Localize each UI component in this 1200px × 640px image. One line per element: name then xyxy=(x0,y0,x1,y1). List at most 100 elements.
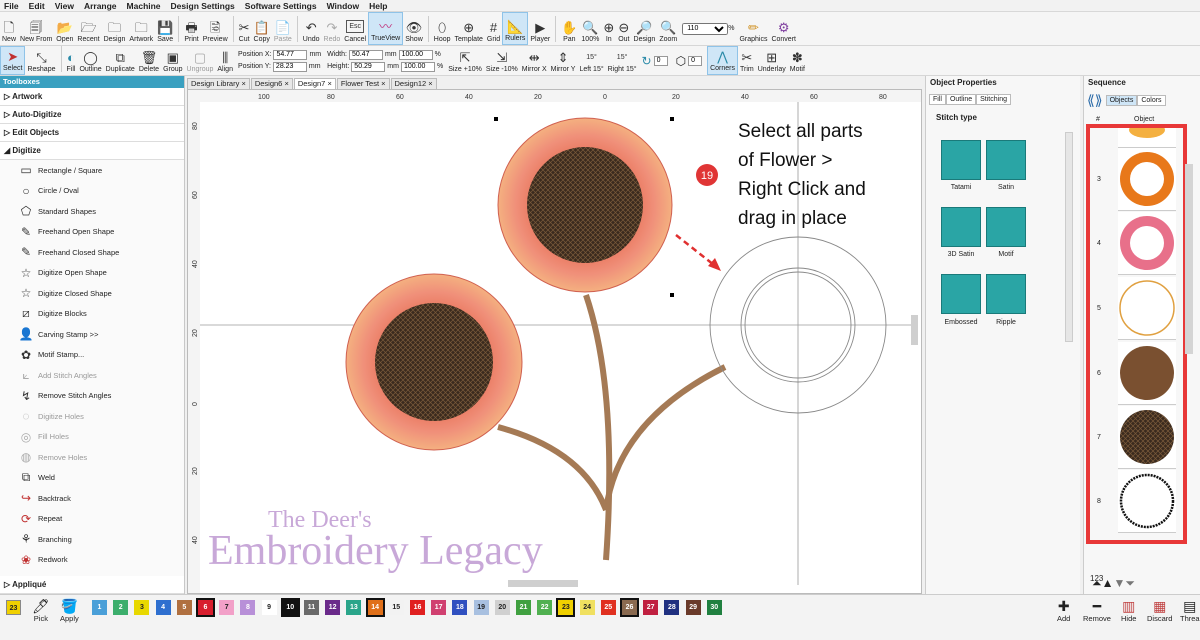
tool-digitize-open[interactable]: ☆ Digitize Open Shape xyxy=(0,263,184,284)
align-button[interactable]: ⫼ Align xyxy=(215,46,235,75)
ungroup-button[interactable]: ▢ Ungroup xyxy=(185,46,216,75)
tab-design7[interactable]: Design7 × xyxy=(293,78,336,89)
sequence-item[interactable] xyxy=(1118,277,1176,340)
thread-swatch[interactable]: 4 xyxy=(155,600,171,615)
toolbox-group-digitize[interactable]: ◢ Digitize xyxy=(0,142,184,160)
position-x-input[interactable] xyxy=(273,49,308,60)
trim-button[interactable]: ✂ Trim xyxy=(738,46,756,75)
template-button[interactable]: ⊕ Template xyxy=(453,12,485,45)
cut-button[interactable]: ✂ Cut xyxy=(237,12,252,45)
thread-swatch[interactable]: 6 xyxy=(196,598,215,617)
tab-stitching[interactable]: Stitching xyxy=(976,94,1011,105)
graphics-button[interactable]: ✏ Graphics xyxy=(737,12,769,45)
thread-swatch[interactable]: 17 xyxy=(431,600,447,615)
undo-button[interactable]: ↶ Undo xyxy=(301,12,322,45)
toolbox-group-edit-objects[interactable]: ▷ Edit Objects xyxy=(0,124,184,142)
thread-swatch[interactable]: 18 xyxy=(452,600,468,615)
remove-button[interactable]: ━ Remove xyxy=(1083,598,1111,623)
zoom-in-button[interactable]: ⊕ In xyxy=(601,12,616,45)
new-from-button[interactable]: 🗐 New From xyxy=(18,12,54,45)
thread-swatch[interactable]: 16 xyxy=(410,600,425,615)
stitch-3d-satin-swatch[interactable] xyxy=(941,207,981,247)
design-button[interactable]: 🗀 Design xyxy=(102,12,128,45)
tab-fill[interactable]: Fill xyxy=(929,94,946,105)
mirror-x-button[interactable]: ⇹ Mirror X xyxy=(520,46,549,75)
tool-circle[interactable]: ○ Circle / Oval xyxy=(0,181,184,202)
mirror-y-button[interactable]: ⇕ Mirror Y xyxy=(549,46,578,75)
stitch-type-scrollbar[interactable] xyxy=(1065,132,1073,342)
design-canvas[interactable]: 19 Select all parts of Flower > Right Cl… xyxy=(187,89,922,594)
reshape-button[interactable]: ⤡ Reshape xyxy=(25,46,57,75)
hide-button[interactable]: ▥ Hide xyxy=(1121,598,1136,623)
rotate-right-button[interactable]: 15° Right 15° xyxy=(606,46,639,75)
thread-swatch[interactable]: 7 xyxy=(219,600,235,615)
width-percent-input[interactable] xyxy=(398,49,433,60)
stitch-ripple-swatch[interactable] xyxy=(986,274,1026,314)
width-input[interactable] xyxy=(348,49,383,60)
redo-button[interactable]: ↷ Redo xyxy=(322,12,343,45)
corners-button[interactable]: ⋀ Corners xyxy=(707,46,738,75)
tool-digitize-blocks[interactable]: ⧄ Digitize Blocks xyxy=(0,304,184,325)
thread-swatch[interactable]: 26 xyxy=(620,598,639,617)
rotate-left-button[interactable]: 15° Left 15° xyxy=(577,46,605,75)
show-button[interactable]: 👁 Show xyxy=(403,12,425,45)
prev-icon[interactable]: ⟪ xyxy=(1087,92,1095,109)
tab-design6[interactable]: Design6 × xyxy=(250,78,293,89)
rulers-button[interactable]: 📐 Rulers xyxy=(502,12,529,45)
menu-file[interactable]: File xyxy=(4,1,19,11)
tool-fill-holes[interactable]: ◎ Fill Holes xyxy=(0,427,184,448)
tool-digitize-closed[interactable]: ☆ Digitize Closed Shape xyxy=(0,283,184,304)
tab-flower-test[interactable]: Flower Test × xyxy=(336,78,390,89)
thread-swatch[interactable]: 5 xyxy=(176,600,192,615)
thread-swatch[interactable]: 30 xyxy=(706,600,722,615)
menu-machine[interactable]: Machine xyxy=(127,1,161,11)
sequence-item[interactable] xyxy=(1118,122,1176,148)
select-button[interactable]: ➤ Select xyxy=(0,46,26,75)
discard-button[interactable]: ▦ Discard xyxy=(1147,598,1172,623)
size-up-button[interactable]: ⇱ Size +10% xyxy=(446,46,484,75)
rotate-angle-input[interactable] xyxy=(653,55,668,66)
flower-center-top[interactable] xyxy=(527,147,643,263)
tool-remove-holes[interactable]: ◍ Remove Holes xyxy=(0,447,184,468)
move-up-icon[interactable]: ▲ xyxy=(1102,576,1114,590)
current-color-swatch[interactable]: 23 xyxy=(6,600,21,615)
menu-help[interactable]: Help xyxy=(369,1,387,11)
artwork-button[interactable]: 🗀 Artwork xyxy=(127,12,155,45)
height-input[interactable] xyxy=(351,61,386,72)
outline-button[interactable]: ◯ Outline xyxy=(77,46,103,75)
toolbox-group-artwork[interactable]: ▷ Artwork xyxy=(0,88,184,106)
recent-button[interactable]: 🗁 Recent xyxy=(75,12,101,45)
stitch-satin-swatch[interactable] xyxy=(986,140,1026,180)
menu-software-settings[interactable]: Software Settings xyxy=(245,1,317,11)
tab-colors[interactable]: Colors xyxy=(1137,95,1166,106)
menu-window[interactable]: Window xyxy=(327,1,360,11)
menu-arrange[interactable]: Arrange xyxy=(84,1,117,11)
pan-button[interactable]: ✋ Pan xyxy=(559,12,579,45)
thread-swatch[interactable]: 11 xyxy=(304,600,319,615)
menu-design-settings[interactable]: Design Settings xyxy=(171,1,235,11)
tool-remove-stitch-angles[interactable]: ↯ Remove Stitch Angles xyxy=(0,386,184,407)
save-button[interactable]: 💾 Save xyxy=(155,12,175,45)
thread-swatch[interactable]: 23 xyxy=(556,598,576,617)
thread-swatch[interactable]: 20 xyxy=(494,600,510,615)
move-last-icon[interactable]: ⏷ xyxy=(1125,576,1135,590)
pick-button[interactable]: 🖊 Pick xyxy=(32,598,50,623)
selection-handle[interactable] xyxy=(494,117,498,121)
selection-handle[interactable] xyxy=(670,117,674,121)
sequence-item[interactable] xyxy=(1118,406,1176,469)
sequence-item[interactable] xyxy=(1118,342,1176,405)
zoom-out-button[interactable]: ⊖ Out xyxy=(616,12,631,45)
toolbox-group-auto-digitize[interactable]: ▷ Auto-Digitize xyxy=(0,106,184,124)
flower-center-left[interactable] xyxy=(375,303,493,421)
menu-edit[interactable]: Edit xyxy=(29,1,45,11)
tab-design12[interactable]: Design12 × xyxy=(390,78,437,89)
slant-angle-input[interactable] xyxy=(688,55,703,66)
stitch-embossed-swatch[interactable] xyxy=(941,274,981,314)
thread-swatch[interactable]: 19 xyxy=(473,600,489,615)
threads-button[interactable]: ▤ Threa xyxy=(1180,598,1200,623)
motif-button[interactable]: ✽ Motif xyxy=(788,46,807,75)
vertical-scroll-thumb[interactable] xyxy=(911,315,918,345)
next-icon[interactable]: ⟫ xyxy=(1095,92,1103,109)
tool-branching[interactable]: ⚘ Branching xyxy=(0,529,184,550)
tool-weld[interactable]: ⧉ Weld xyxy=(0,468,184,489)
